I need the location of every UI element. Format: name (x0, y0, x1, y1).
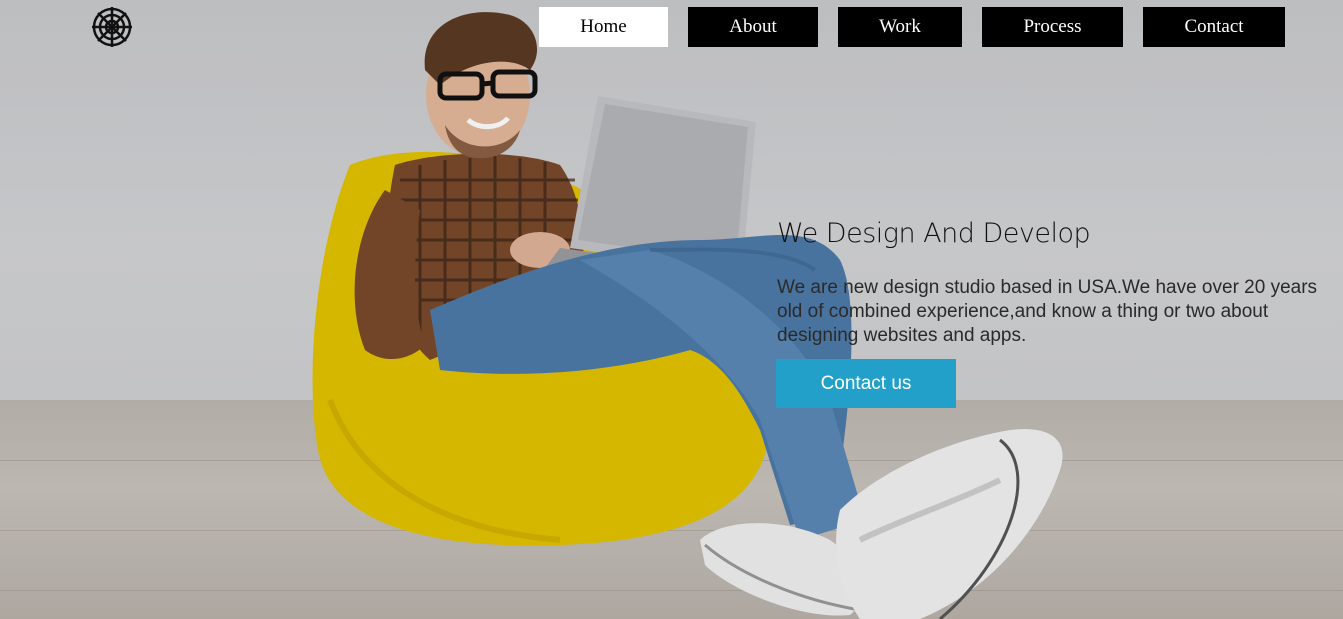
nav-home[interactable]: Home (539, 7, 668, 47)
hero-section: Home About Work Process Contact We Desig… (0, 0, 1343, 619)
nav-process[interactable]: Process (982, 7, 1123, 47)
nav-work[interactable]: Work (838, 7, 962, 47)
nav-about[interactable]: About (688, 7, 818, 47)
nav-contact[interactable]: Contact (1143, 7, 1285, 47)
contact-us-button[interactable]: Contact us (776, 359, 956, 408)
hero-headline: We Design And Develop (777, 218, 1091, 249)
hero-description: We are new design studio based in USA.We… (777, 277, 1318, 346)
main-nav: Home About Work Process Contact (0, 7, 1343, 47)
